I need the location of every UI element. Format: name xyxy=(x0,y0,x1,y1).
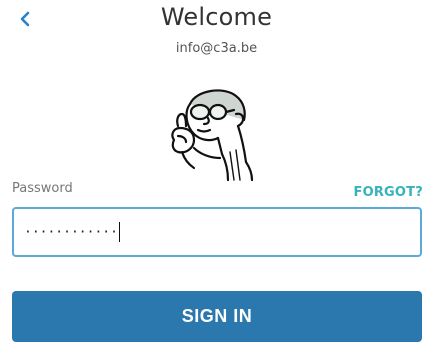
text-cursor xyxy=(118,222,120,242)
forgot-password-link[interactable]: FORGOT? xyxy=(354,185,423,200)
login-screen: Welcome info@c3a.be Password FORGOT? ···… xyxy=(0,0,433,345)
password-field[interactable]: ············ xyxy=(12,207,422,257)
password-label: Password xyxy=(12,181,73,196)
avatar xyxy=(171,89,254,182)
sign-in-button[interactable]: SIGN IN xyxy=(12,291,422,342)
page-title: Welcome xyxy=(160,3,273,31)
account-email: info@c3a.be xyxy=(175,41,258,56)
password-value: ············ xyxy=(24,224,118,240)
